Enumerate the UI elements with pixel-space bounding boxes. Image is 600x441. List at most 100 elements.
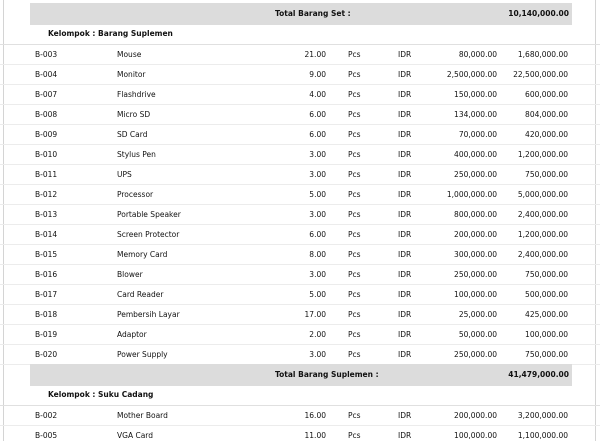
item-price: 100,000.00 <box>454 290 497 299</box>
item-unit: Pcs <box>348 130 361 139</box>
table-row: B-013 Portable Speaker 3.00 Pcs IDR 800,… <box>0 205 600 225</box>
item-code: B-010 <box>35 150 58 159</box>
item-qty: 17.00 <box>304 310 326 319</box>
item-qty: 3.00 <box>309 150 326 159</box>
item-unit: Pcs <box>348 350 361 359</box>
item-price: 25,000.00 <box>458 310 497 319</box>
item-qty: 3.00 <box>309 210 326 219</box>
table-row: B-019 Adaptor 2.00 Pcs IDR 50,000.00 100… <box>0 325 600 345</box>
item-code: B-013 <box>35 210 58 219</box>
item-name: Monitor <box>117 70 146 79</box>
item-currency: IDR <box>398 90 412 99</box>
item-total: 1,200,000.00 <box>517 150 568 159</box>
item-price: 100,000.00 <box>454 431 497 440</box>
item-price: 250,000.00 <box>454 170 497 179</box>
item-name: Blower <box>117 270 143 279</box>
item-currency: IDR <box>398 310 412 319</box>
item-code: B-017 <box>35 290 58 299</box>
item-unit: Pcs <box>348 250 361 259</box>
item-unit: Pcs <box>348 70 361 79</box>
item-unit: Pcs <box>348 210 361 219</box>
item-unit: Pcs <box>348 411 361 420</box>
item-price: 800,000.00 <box>454 210 497 219</box>
group-label: Kelompok : Barang Suplemen <box>48 29 173 38</box>
item-currency: IDR <box>398 70 412 79</box>
item-price: 300,000.00 <box>454 250 497 259</box>
item-total: 100,000.00 <box>525 330 568 339</box>
item-price: 50,000.00 <box>458 330 497 339</box>
item-total: 5,000,000.00 <box>517 190 568 199</box>
item-code: B-009 <box>35 130 58 139</box>
group-label: Kelompok : Suku Cadang <box>48 390 154 399</box>
table-row: B-017 Card Reader 5.00 Pcs IDR 100,000.0… <box>0 285 600 305</box>
item-currency: IDR <box>398 110 412 119</box>
item-qty: 3.00 <box>309 170 326 179</box>
item-qty: 3.00 <box>309 350 326 359</box>
table-row: B-015 Memory Card 8.00 Pcs IDR 300,000.0… <box>0 245 600 265</box>
item-name: Micro SD <box>117 110 151 119</box>
item-name: Flashdrive <box>117 90 156 99</box>
item-unit: Pcs <box>348 290 361 299</box>
item-qty: 6.00 <box>309 230 326 239</box>
table-row: B-014 Screen Protector 6.00 Pcs IDR 200,… <box>0 225 600 245</box>
group-total-value: 10,140,000.00 <box>508 9 569 18</box>
item-code: B-018 <box>35 310 58 319</box>
item-price: 2,500,000.00 <box>446 70 497 79</box>
group-total-value: 41,479,000.00 <box>508 370 569 379</box>
item-currency: IDR <box>398 50 412 59</box>
report-page: Total Barang Set : 10,140,000.00 Kelompo… <box>0 0 600 441</box>
item-unit: Pcs <box>348 170 361 179</box>
item-unit: Pcs <box>348 310 361 319</box>
item-unit: Pcs <box>348 270 361 279</box>
item-name: Power Supply <box>117 350 168 359</box>
item-total: 1,200,000.00 <box>517 230 568 239</box>
item-qty: 3.00 <box>309 270 326 279</box>
table-row: B-003 Mouse 21.00 Pcs IDR 80,000.00 1,68… <box>0 45 600 65</box>
item-name: Adaptor <box>117 330 147 339</box>
item-total: 22,500,000.00 <box>513 70 568 79</box>
item-price: 200,000.00 <box>454 411 497 420</box>
item-price: 150,000.00 <box>454 90 497 99</box>
table-row: B-020 Power Supply 3.00 Pcs IDR 250,000.… <box>0 345 600 365</box>
item-currency: IDR <box>398 170 412 179</box>
table-row: B-018 Pembersih Layar 17.00 Pcs IDR 25,0… <box>0 305 600 325</box>
item-total: 425,000.00 <box>525 310 568 319</box>
table-row: B-004 Monitor 9.00 Pcs IDR 2,500,000.00 … <box>0 65 600 85</box>
item-code: B-014 <box>35 230 58 239</box>
item-price: 200,000.00 <box>454 230 497 239</box>
table-row: B-009 SD Card 6.00 Pcs IDR 70,000.00 420… <box>0 125 600 145</box>
item-price: 1,000,000.00 <box>446 190 497 199</box>
group-header: Kelompok : Barang Suplemen <box>0 23 600 45</box>
item-code: B-007 <box>35 90 58 99</box>
item-currency: IDR <box>398 210 412 219</box>
group-total-label: Total Barang Suplemen : <box>275 370 379 379</box>
item-total: 2,400,000.00 <box>517 210 568 219</box>
item-name: UPS <box>117 170 132 179</box>
item-qty: 6.00 <box>309 130 326 139</box>
group-header: Kelompok : Suku Cadang <box>0 384 600 406</box>
table-row: B-007 Flashdrive 4.00 Pcs IDR 150,000.00… <box>0 85 600 105</box>
item-currency: IDR <box>398 290 412 299</box>
item-price: 134,000.00 <box>454 110 497 119</box>
item-currency: IDR <box>398 190 412 199</box>
item-name: Card Reader <box>117 290 164 299</box>
item-price: 250,000.00 <box>454 350 497 359</box>
item-qty: 5.00 <box>309 190 326 199</box>
item-currency: IDR <box>398 150 412 159</box>
item-total: 750,000.00 <box>525 350 568 359</box>
item-currency: IDR <box>398 270 412 279</box>
item-qty: 6.00 <box>309 110 326 119</box>
item-code: B-004 <box>35 70 58 79</box>
item-qty: 8.00 <box>309 250 326 259</box>
item-name: SD Card <box>117 130 148 139</box>
item-name: Portable Speaker <box>117 210 181 219</box>
item-total: 804,000.00 <box>525 110 568 119</box>
item-total: 1,100,000.00 <box>517 431 568 440</box>
item-currency: IDR <box>398 230 412 239</box>
item-name: Processor <box>117 190 154 199</box>
table-row: B-008 Micro SD 6.00 Pcs IDR 134,000.00 8… <box>0 105 600 125</box>
table-row: B-012 Processor 5.00 Pcs IDR 1,000,000.0… <box>0 185 600 205</box>
item-price: 250,000.00 <box>454 270 497 279</box>
item-total: 500,000.00 <box>525 290 568 299</box>
item-qty: 11.00 <box>304 431 326 440</box>
